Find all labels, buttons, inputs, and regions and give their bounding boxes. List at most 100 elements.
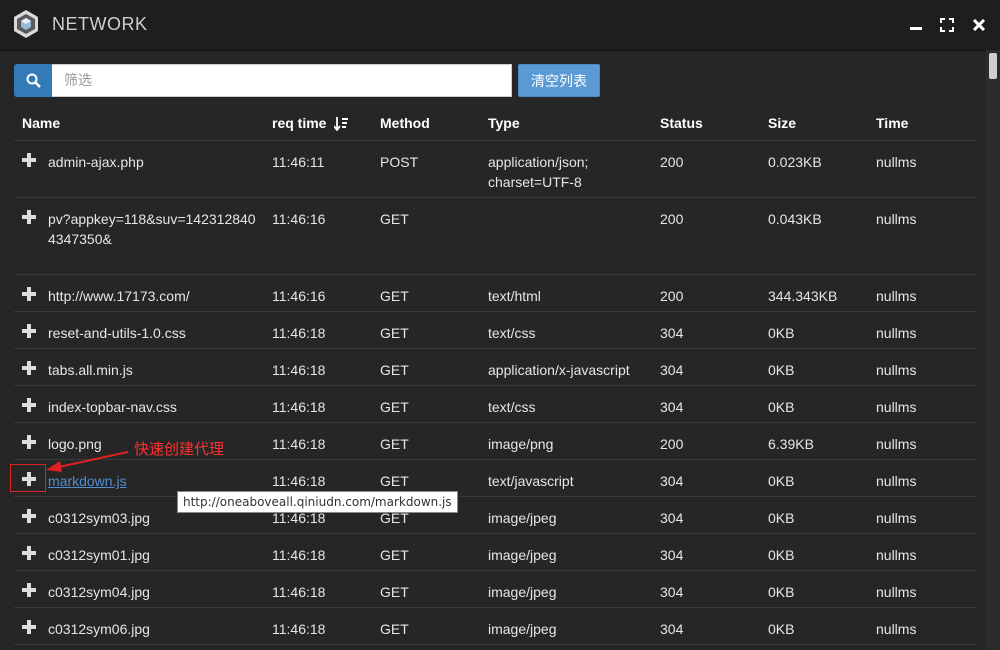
request-status: 200	[660, 154, 684, 170]
table-header: Name req time Method Type Status Size Ti…	[14, 107, 976, 141]
request-type: image/jpeg	[488, 547, 557, 563]
request-size: 0KB	[768, 584, 795, 600]
request-size: 0KB	[768, 399, 795, 415]
request-type: text/html	[488, 288, 541, 304]
expand-plus-icon[interactable]	[22, 210, 36, 224]
title-bar: NETWORK	[0, 0, 1000, 51]
request-size: 0KB	[768, 473, 795, 489]
request-status: 304	[660, 547, 684, 563]
expand-plus-icon[interactable]	[22, 620, 36, 634]
request-name: index-topbar-nav.css	[48, 399, 177, 415]
request-status: 304	[660, 584, 684, 600]
request-status: 200	[660, 211, 684, 227]
request-name: http://www.17173.com/	[48, 288, 190, 304]
col-status-header[interactable]: Status	[660, 115, 703, 131]
request-status: 304	[660, 325, 684, 341]
search-button[interactable]	[14, 64, 52, 97]
request-method: POST	[380, 154, 419, 170]
request-duration: nullms	[876, 325, 917, 341]
request-time: 11:46:18	[272, 547, 326, 563]
close-icon	[973, 19, 985, 31]
table-row[interactable]: c0312sym03.jpg 11:46:18 GET image/jpeg 3…	[14, 497, 976, 534]
network-table: Name req time Method Type Status Size Ti…	[14, 107, 976, 645]
request-duration: nullms	[876, 436, 917, 452]
request-duration: nullms	[876, 584, 917, 600]
request-method: GET	[380, 211, 409, 227]
request-status: 304	[660, 399, 684, 415]
request-type: application/x-javascript	[488, 362, 630, 378]
request-size: 0KB	[768, 362, 795, 378]
request-size: 0.043KB	[768, 211, 822, 227]
url-tooltip: http://oneaboveall.qiniudn.com/markdown.…	[177, 491, 458, 513]
expand-plus-icon[interactable]	[22, 435, 36, 449]
request-time: 11:46:16	[272, 211, 326, 227]
request-method: GET	[380, 547, 409, 563]
request-name: reset-and-utils-1.0.css	[48, 325, 186, 341]
request-status: 304	[660, 621, 684, 637]
col-req-time-label: req time	[272, 115, 327, 131]
table-row[interactable]: reset-and-utils-1.0.css 11:46:18 GET tex…	[14, 312, 976, 349]
request-type: text/javascript	[488, 473, 574, 489]
request-size: 344.343KB	[768, 288, 838, 304]
table-row[interactable]: index-topbar-nav.css 11:46:18 GET text/c…	[14, 386, 976, 423]
table-row[interactable]: admin-ajax.php 11:46:11 POST application…	[14, 141, 976, 198]
expand-plus-icon[interactable]	[22, 398, 36, 412]
col-name-header[interactable]: Name	[22, 115, 60, 131]
table-row[interactable]: http://www.17173.com/ 11:46:16 GET text/…	[14, 275, 976, 312]
col-method-header[interactable]: Method	[380, 115, 430, 131]
request-time: 11:46:18	[272, 621, 326, 637]
request-type: text/css	[488, 325, 536, 341]
table-row[interactable]: c0312sym01.jpg 11:46:18 GET image/jpeg 3…	[14, 534, 976, 571]
request-duration: nullms	[876, 154, 917, 170]
request-method: GET	[380, 362, 409, 378]
minimize-button[interactable]	[905, 14, 927, 36]
request-time: 11:46:18	[272, 399, 326, 415]
scrollbar-thumb[interactable]	[989, 53, 997, 79]
table-row[interactable]: c0312sym04.jpg 11:46:18 GET image/jpeg 3…	[14, 571, 976, 608]
request-name: c0312sym01.jpg	[48, 547, 150, 563]
sort-descending-icon	[334, 117, 349, 132]
col-time-header[interactable]: Time	[876, 115, 908, 131]
expand-plus-icon[interactable]	[22, 153, 36, 167]
expand-plus-icon[interactable]	[22, 361, 36, 375]
request-size: 0KB	[768, 325, 795, 341]
request-type: text/css	[488, 399, 536, 415]
request-duration: nullms	[876, 399, 917, 415]
table-row[interactable]: tabs.all.min.js 11:46:18 GET application…	[14, 349, 976, 386]
table-row[interactable]: c0312sym06.jpg 11:46:18 GET image/jpeg 3…	[14, 608, 976, 645]
col-type-header[interactable]: Type	[488, 115, 520, 131]
request-time: 11:46:18	[272, 325, 326, 341]
maximize-button[interactable]	[936, 14, 958, 36]
request-duration: nullms	[876, 211, 917, 227]
minimize-icon	[910, 27, 922, 30]
request-time: 11:46:16	[272, 288, 326, 304]
request-duration: nullms	[876, 621, 917, 637]
annotation-arrow-icon	[46, 451, 129, 472]
vertical-scrollbar[interactable]	[986, 50, 1000, 650]
request-duration: nullms	[876, 362, 917, 378]
close-button[interactable]	[968, 14, 990, 36]
request-status: 304	[660, 473, 684, 489]
request-time: 11:46:18	[272, 362, 326, 378]
request-method: GET	[380, 436, 409, 452]
expand-plus-icon[interactable]	[22, 546, 36, 560]
table-row[interactable]: pv?appkey=118&suv=1423128404347350& 11:4…	[14, 198, 976, 275]
expand-plus-icon[interactable]	[22, 583, 36, 597]
col-size-header[interactable]: Size	[768, 115, 796, 131]
expand-plus-icon[interactable]	[22, 287, 36, 301]
expand-plus-icon[interactable]	[22, 324, 36, 338]
request-duration: nullms	[876, 510, 917, 526]
expand-plus-icon[interactable]	[22, 509, 36, 523]
fullscreen-icon	[940, 18, 954, 32]
request-status: 200	[660, 288, 684, 304]
request-type: application/json; charset=UTF-8	[488, 154, 589, 190]
table-row[interactable]: markdown.js 11:46:18 GET text/javascript…	[14, 460, 976, 497]
clear-list-button[interactable]: 清空列表	[518, 64, 600, 97]
request-type: image/jpeg	[488, 621, 557, 637]
col-req-time-header[interactable]: req time	[272, 115, 349, 132]
filter-input[interactable]	[52, 64, 512, 97]
request-duration: nullms	[876, 547, 917, 563]
request-time: 11:46:18	[272, 436, 326, 452]
request-status: 304	[660, 510, 684, 526]
request-size: 0KB	[768, 547, 795, 563]
